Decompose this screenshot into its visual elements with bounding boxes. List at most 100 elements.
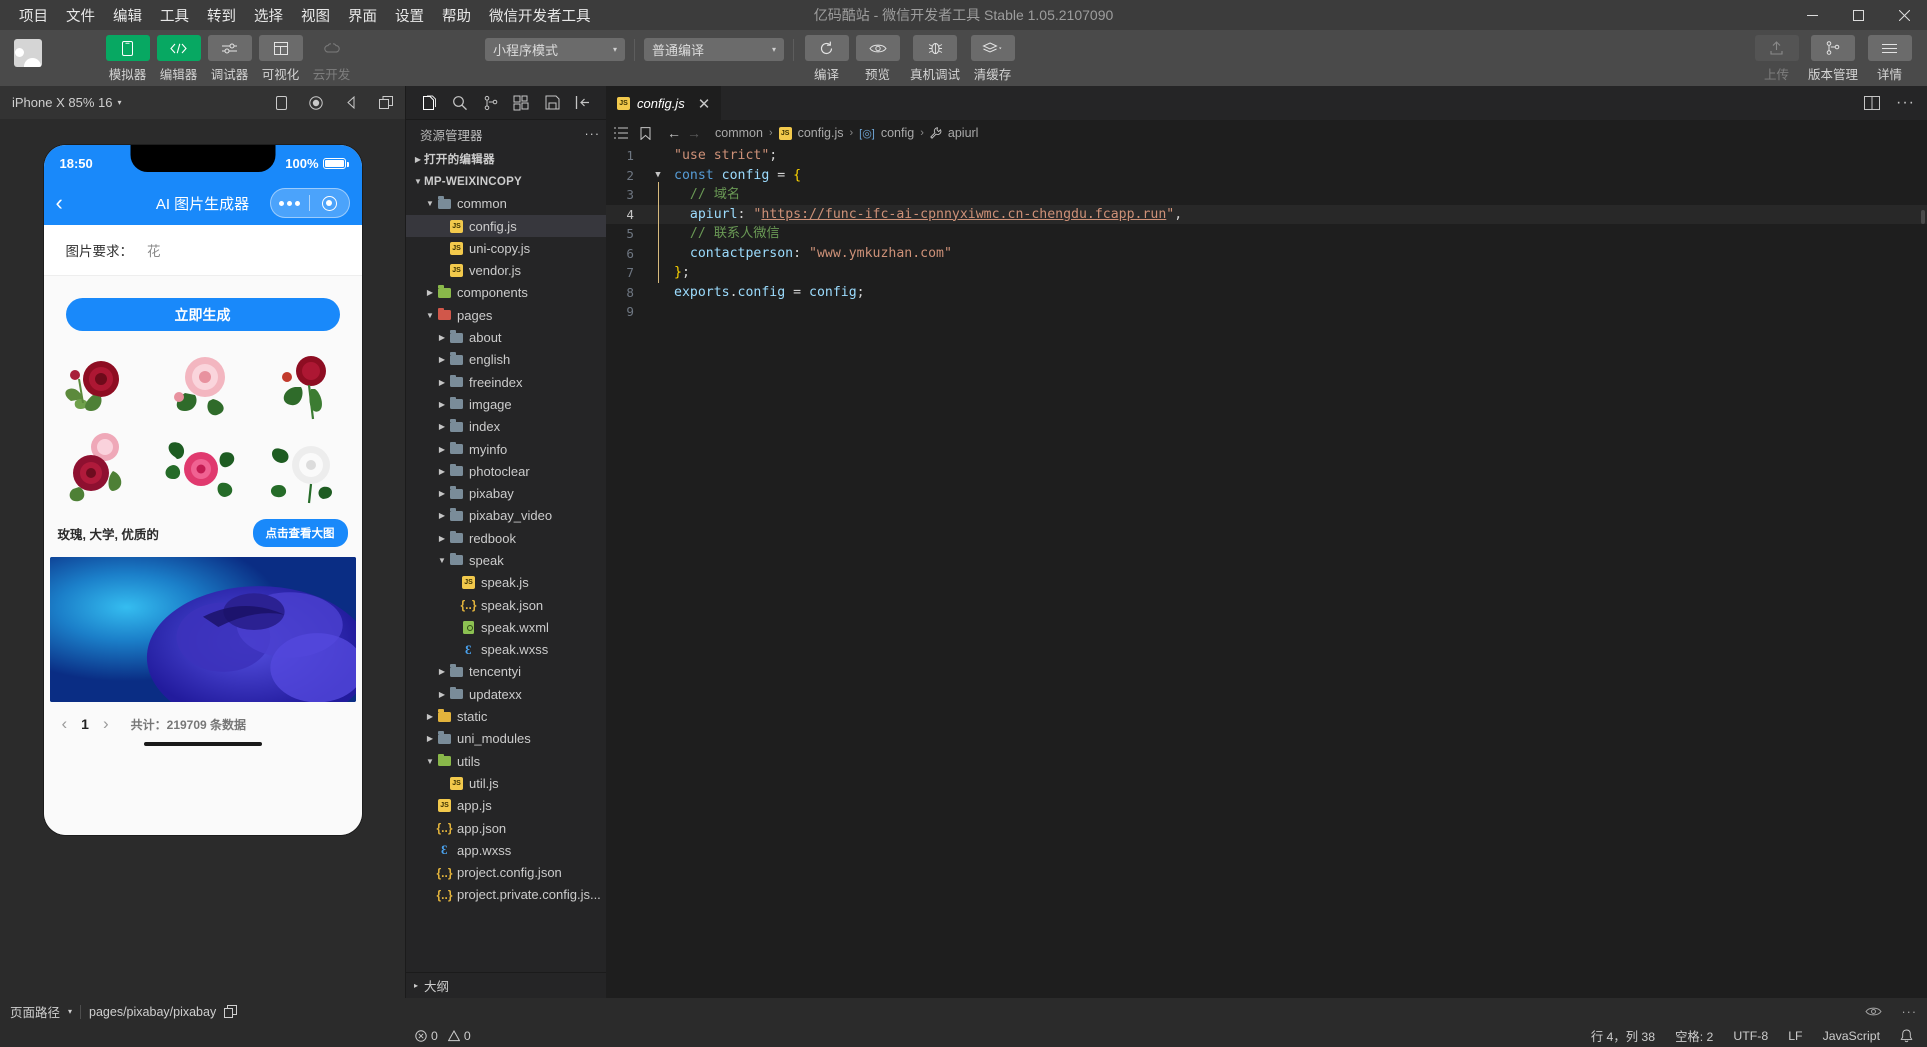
- breadcrumb-item-config[interactable]: config: [881, 126, 914, 140]
- tree-item-index[interactable]: ▶index: [406, 416, 606, 438]
- more-actions-icon[interactable]: ···: [1896, 94, 1915, 112]
- tree-item-freeindex[interactable]: ▶freeindex: [406, 371, 606, 393]
- chevron-right-icon[interactable]: ▶: [436, 445, 448, 454]
- more-actions-icon[interactable]: ···: [585, 127, 601, 141]
- toolbar-visualize-button[interactable]: 可视化: [257, 35, 304, 83]
- scrollbar-decoration[interactable]: [1921, 210, 1925, 224]
- generate-button[interactable]: 立即生成: [66, 298, 340, 331]
- tree-item-config.js[interactable]: JSconfig.js: [406, 215, 606, 237]
- tree-item-tencentyi[interactable]: ▶tencentyi: [406, 661, 606, 683]
- image-thumb[interactable]: [52, 349, 150, 427]
- chevron-right-icon[interactable]: ▶: [424, 734, 436, 743]
- menu-item-settings[interactable]: 设置: [386, 1, 433, 30]
- prev-page-button[interactable]: ‹: [62, 714, 68, 734]
- chevron-down-icon[interactable]: ▾: [68, 1007, 72, 1016]
- code-token[interactable]: https://func-ifc-ai-cpnnyxiwmc.cn-chengd…: [761, 207, 1166, 222]
- device-select[interactable]: iPhone X 85% 16 ▾: [12, 95, 121, 110]
- tree-item-speak.js[interactable]: JSspeak.js: [406, 572, 606, 594]
- tree-item-english[interactable]: ▶english: [406, 349, 606, 371]
- copy-window-icon[interactable]: [379, 96, 393, 110]
- minimize-button[interactable]: [1789, 0, 1835, 30]
- encoding-setting[interactable]: UTF-8: [1733, 1029, 1768, 1043]
- tree-item-uni_modules[interactable]: ▶uni_modules: [406, 728, 606, 750]
- outline-list-icon[interactable]: [614, 127, 628, 139]
- tree-item-project.private.config.js...[interactable]: {..}project.private.config.js...: [406, 884, 606, 906]
- image-thumb[interactable]: [154, 431, 252, 509]
- tree-item-app.wxss[interactable]: 3app.wxss: [406, 839, 606, 861]
- code-line[interactable]: 6 contactperson: "www.ymkuzhan.com": [606, 244, 1927, 264]
- next-page-button[interactable]: ›: [103, 714, 109, 734]
- menu-item-tools[interactable]: 工具: [151, 1, 198, 30]
- toolbar-simulator-button[interactable]: 模拟器: [104, 35, 151, 83]
- tree-item-app.js[interactable]: JSapp.js: [406, 795, 606, 817]
- clear-cache-button[interactable]: 清缓存: [969, 35, 1016, 83]
- page-path-label[interactable]: 页面路径: [10, 1002, 60, 1021]
- record-icon[interactable]: [309, 96, 323, 110]
- details-button[interactable]: 详情: [1866, 35, 1913, 83]
- device-rotate-icon[interactable]: [276, 96, 287, 110]
- source-control-icon[interactable]: [475, 88, 506, 118]
- breadcrumb-item-common[interactable]: common: [715, 126, 763, 140]
- chevron-right-icon[interactable]: ▶: [436, 534, 448, 543]
- collapse-icon[interactable]: [567, 88, 598, 118]
- tree-item-app.json[interactable]: {..}app.json: [406, 817, 606, 839]
- chevron-down-icon[interactable]: ▼: [424, 757, 436, 766]
- tree-item-photoclear[interactable]: ▶photoclear: [406, 460, 606, 482]
- nav-forward-button[interactable]: →: [687, 125, 701, 141]
- chevron-right-icon[interactable]: ▶: [436, 422, 448, 431]
- tree-item-[interactable]: ▶打开的编辑器: [406, 148, 606, 170]
- nav-back-button[interactable]: ←: [667, 125, 681, 141]
- preview-button[interactable]: 预览: [854, 35, 901, 83]
- avatar[interactable]: [14, 39, 42, 67]
- outline-section[interactable]: ▸ 大纲: [406, 972, 606, 998]
- tree-item-myinfo[interactable]: ▶myinfo: [406, 438, 606, 460]
- tree-item-utils[interactable]: ▼utils: [406, 750, 606, 772]
- tree-item-speak[interactable]: ▼speak: [406, 549, 606, 571]
- maximize-button[interactable]: [1835, 0, 1881, 30]
- chevron-right-icon[interactable]: ▶: [436, 355, 448, 364]
- compile-button[interactable]: 编译: [803, 35, 850, 83]
- save-all-icon[interactable]: [537, 88, 568, 118]
- tree-item-speak.wxml[interactable]: speak.wxml: [406, 616, 606, 638]
- problems-errors[interactable]: 0: [415, 1029, 438, 1043]
- tree-item-pages[interactable]: ▼pages: [406, 304, 606, 326]
- extensions-icon[interactable]: [506, 88, 537, 118]
- menu-item-interface[interactable]: 界面: [339, 1, 386, 30]
- chevron-down-icon[interactable]: ▼: [424, 311, 436, 320]
- toolbar-debugger-button[interactable]: 调试器: [206, 35, 253, 83]
- chevron-right-icon[interactable]: ▶: [436, 467, 448, 476]
- copy-icon[interactable]: [224, 1005, 237, 1018]
- eye-icon[interactable]: [1865, 1006, 1882, 1017]
- split-editor-icon[interactable]: [1864, 96, 1880, 110]
- tree-item-vendor.js[interactable]: JSvendor.js: [406, 259, 606, 281]
- menu-item-file[interactable]: 文件: [57, 1, 104, 30]
- menu-item-devtools[interactable]: 微信开发者工具: [480, 1, 600, 30]
- menu-item-view[interactable]: 视图: [292, 1, 339, 30]
- code-line[interactable]: 8exports.config = config;: [606, 283, 1927, 303]
- tree-item-mp-weixincopy[interactable]: ▼MP-WEIXINCOPY: [406, 170, 606, 192]
- chevron-right-icon[interactable]: ▶: [424, 288, 436, 297]
- tree-item-speak.json[interactable]: {..}speak.json: [406, 594, 606, 616]
- code-line[interactable]: 5 // 联系人微信: [606, 224, 1927, 244]
- chevron-down-icon[interactable]: ▼: [436, 556, 448, 565]
- tab-config-js[interactable]: JS config.js ✕: [606, 86, 721, 120]
- code-line[interactable]: 9: [606, 302, 1927, 322]
- chevron-right-icon[interactable]: ▶: [436, 378, 448, 387]
- code-editor[interactable]: 1"use strict";2▼const config = {3 // 域名4…: [606, 146, 1927, 998]
- code-line[interactable]: 7};: [606, 263, 1927, 283]
- tree-item-components[interactable]: ▶components: [406, 282, 606, 304]
- volume-icon[interactable]: [345, 96, 357, 110]
- code-line[interactable]: 1"use strict";: [606, 146, 1927, 166]
- indent-setting[interactable]: 空格: 2: [1675, 1027, 1713, 1045]
- chevron-right-icon[interactable]: ▶: [412, 155, 424, 164]
- image-thumb[interactable]: [154, 349, 252, 427]
- menu-item-edit[interactable]: 编辑: [104, 1, 151, 30]
- view-large-button[interactable]: 点击查看大图: [253, 519, 348, 547]
- mode-select[interactable]: 小程序模式 ▾: [485, 38, 625, 61]
- toolbar-editor-button[interactable]: 编辑器: [155, 35, 202, 83]
- image-thumb[interactable]: [52, 431, 150, 509]
- problems-warnings[interactable]: 0: [448, 1029, 471, 1043]
- menu-item-project[interactable]: 项目: [10, 1, 57, 30]
- menu-item-select[interactable]: 选择: [245, 1, 292, 30]
- code-line[interactable]: 3 // 域名: [606, 185, 1927, 205]
